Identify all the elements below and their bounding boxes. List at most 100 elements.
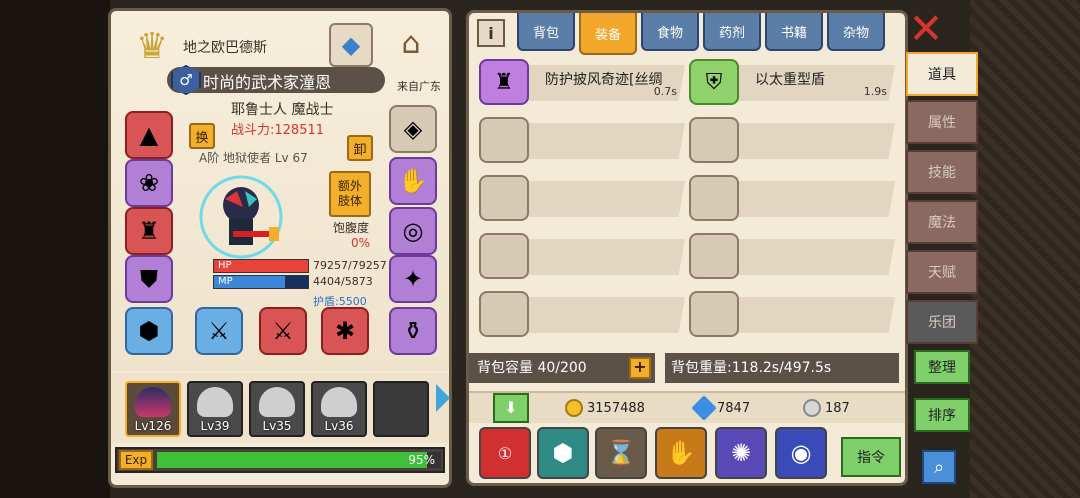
close-icon[interactable]: ✕ [908,8,944,50]
party-member-4[interactable]: Lv36 [311,381,367,437]
empty-box [689,233,739,279]
empty-box [689,117,739,163]
gold-coin-icon [565,399,583,417]
item-time: 1.9s [863,85,887,98]
necklace-slot[interactable]: ❀ [125,159,173,207]
silver-display: 187 [803,399,850,417]
realm-emblem-icon: ♛ [135,25,169,67]
amulet-slot[interactable]: ◈ [389,105,437,153]
sort-button[interactable]: 排序 [914,398,970,432]
side-tab-attributes[interactable]: 属性 [906,100,978,144]
numbered-sort-button[interactable]: ① [479,427,531,479]
gem-amount: 7847 [717,400,751,416]
tab-potion[interactable]: 药剂 [703,13,761,51]
info-button[interactable]: i [477,19,505,47]
tab-equipment[interactable]: 装备 [579,13,637,55]
wardrobe-hanger-button[interactable]: ⌂ [381,19,441,67]
item-bar [735,181,895,217]
empty-box [689,175,739,221]
empty-slot[interactable] [479,233,685,279]
boots-icon: ✦ [402,265,424,293]
organize-button[interactable]: 整理 [914,350,970,384]
hand-hex-icon: ✋ [666,439,696,467]
unequip-button[interactable]: 卸 [347,135,373,161]
tab-books[interactable]: 书籍 [765,13,823,51]
gold-amount: 3157488 [587,400,645,416]
party-next-arrow-icon[interactable] [436,384,450,412]
empty-box [689,291,739,337]
empty-slot[interactable] [689,291,895,337]
item-bar [735,297,895,333]
command-button[interactable]: 指令 [841,437,901,477]
download-button[interactable]: ⬇ [493,393,529,423]
side-tab-talent[interactable]: 天赋 [906,250,978,294]
side-tab-items[interactable]: 道具 [906,52,978,96]
swap-button[interactable]: 换 [189,123,215,149]
search-button[interactable]: ⌕ [922,450,956,484]
red-sword-icon: ⚔ [272,317,294,345]
side-tab-magic[interactable]: 魔法 [906,200,978,244]
empty-slot[interactable] [689,233,895,279]
side-tab-skills[interactable]: 技能 [906,150,978,194]
shell-icon: ❀ [138,169,160,197]
skill-hex-button-1[interactable]: ⬢ [537,427,589,479]
gold-display: 3157488 [565,399,645,417]
mp-bar: MP [213,275,309,289]
boots-slot[interactable]: ✦ [389,255,437,303]
hat-icon: ▲ [139,121,159,149]
trinket-slot[interactable]: ⚱ [389,307,437,355]
hat-slot[interactable]: ▲ [125,111,173,159]
map-hex-icon: ⬢ [552,439,574,467]
inventory-item-1[interactable]: ♜ 防护披风奇迹[丝绸 0.7s [479,59,685,105]
ring-hex-icon: ◉ [790,439,812,467]
skill-hex-button-2[interactable]: ✋ [655,427,707,479]
gloves-slot[interactable]: ✋ [389,157,437,205]
hourglass-button[interactable]: ⌛ [595,427,647,479]
accessory-slot[interactable]: ⬢ [125,307,173,355]
skill-hex-button-3[interactable]: ✺ [715,427,767,479]
silver-coin-icon [803,399,821,417]
empty-slot[interactable] [689,175,895,221]
cloak-slot[interactable]: ♜ [125,207,173,255]
add-capacity-button[interactable]: + [629,357,651,379]
weapon-slot-1[interactable]: ⚔ [195,307,243,355]
empty-slot[interactable] [479,291,685,337]
extra-limb-button[interactable]: 额外 肢体 [329,171,371,217]
belt-icon: ◎ [402,217,424,245]
armor-slot[interactable]: ⛊ [125,255,173,303]
empty-slot[interactable] [479,117,685,163]
hp-label: HP [218,260,232,271]
item-time: 0.7s [653,85,677,98]
currency-row: ⬇ 3157488 7847 187 [469,391,905,423]
skill-hex-button-4[interactable]: ◉ [775,427,827,479]
tab-misc[interactable]: 杂物 [827,13,885,51]
item-bar [525,239,685,275]
party-member-3[interactable]: Lv35 [249,381,305,437]
side-tab-band[interactable]: 乐团 [906,300,978,344]
party-row: Lv126 Lv39 Lv35 Lv36 [111,373,449,443]
weapon-slot-2[interactable]: ⚔ [259,307,307,355]
tab-food[interactable]: 食物 [641,13,699,51]
backpack-capacity: 背包容量 40/200 [469,353,655,383]
rank-crystal-button[interactable]: ◆ [329,23,373,67]
party-member-empty[interactable] [373,381,429,437]
empty-box [479,117,529,163]
mp-value: 4404/5873 [313,275,373,288]
tab-backpack[interactable]: 背包 [517,13,575,51]
exp-row: Exp 95% [115,447,445,473]
party-member-1[interactable]: Lv126 [125,381,181,437]
inventory-tabs: 背包 装备 食物 药剂 书籍 杂物 [517,13,889,55]
crest-icon: ⬢ [138,317,160,345]
empty-slot[interactable] [479,175,685,221]
gun-icon: ✱ [334,317,356,345]
realm-name: 地之欧巴德斯 [183,40,267,56]
belt-slot[interactable]: ◎ [389,207,437,255]
inventory-item-2[interactable]: ⛨ 以太重型盾 1.9s [689,59,895,105]
exp-fill [157,452,427,468]
armor-icon: ⛊ [140,265,158,293]
item-bar [735,239,895,275]
party-avatar [197,387,233,417]
empty-slot[interactable] [689,117,895,163]
party-member-2[interactable]: Lv39 [187,381,243,437]
weapon-slot-3[interactable]: ✱ [321,307,369,355]
